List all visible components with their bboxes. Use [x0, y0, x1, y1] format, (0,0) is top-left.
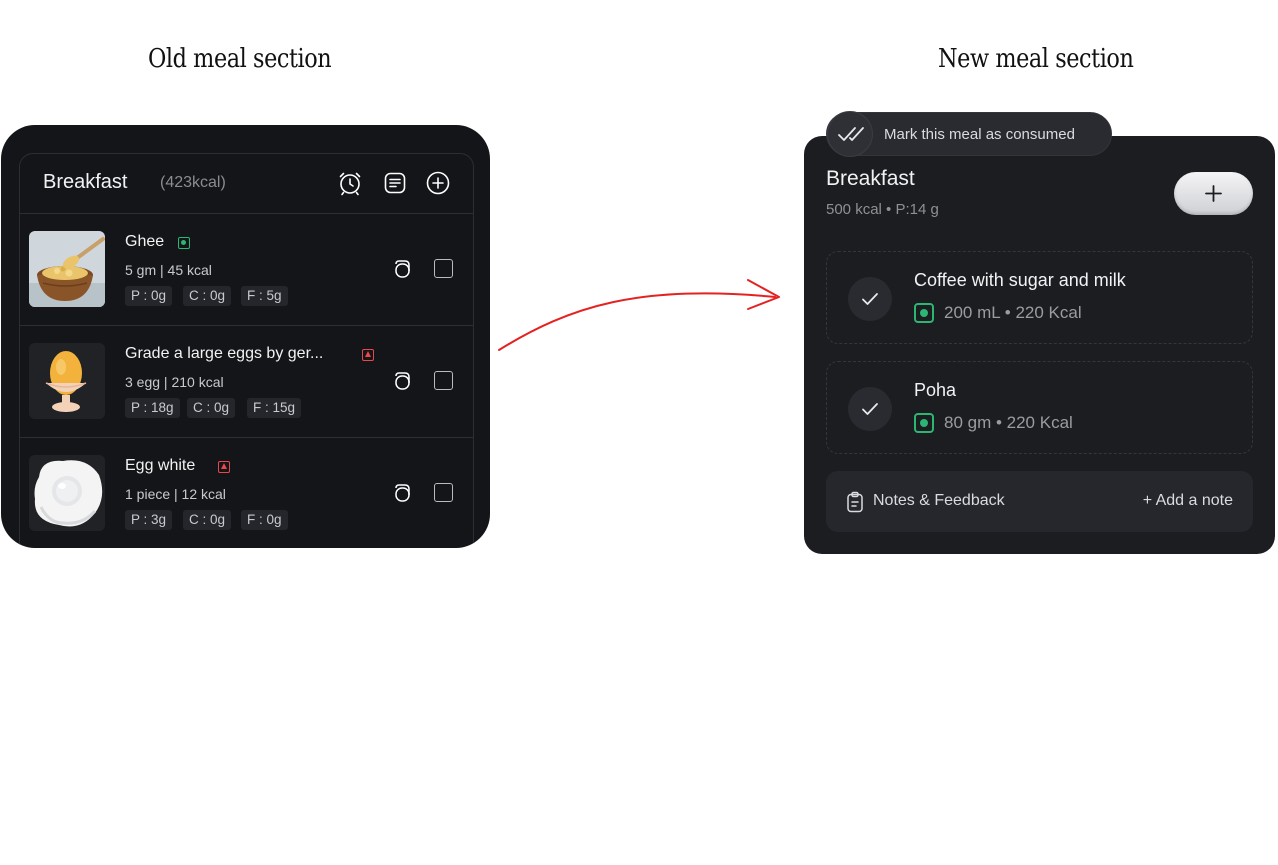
notes-feedback-bar[interactable]: Notes & Feedback + Add a note: [826, 471, 1253, 532]
meal-title: Breakfast: [43, 171, 128, 193]
notes-icon[interactable]: [382, 170, 408, 196]
non-veg-indicator-icon: [362, 349, 374, 361]
fried-egg-image: [29, 455, 105, 531]
food-name: Poha: [914, 380, 957, 400]
swap-icon[interactable]: [393, 483, 413, 503]
swap-icon[interactable]: [393, 371, 413, 391]
macro-carbs: C : 0g: [183, 286, 232, 306]
add-circle-icon[interactable]: [425, 170, 451, 196]
item-checkbox[interactable]: [434, 259, 453, 278]
double-check-icon: [827, 111, 873, 157]
meal-item-row[interactable]: Egg white 1 piece | 12 kcal P : 3g C : 0…: [20, 438, 473, 548]
meal-item-row[interactable]: Ghee 5 gm | 45 kcal P : 0g C : 0g F : 5g: [20, 214, 473, 326]
old-meal-panel: Breakfast (423kcal) Ghee 5 gm | 45 kcal …: [19, 153, 474, 548]
swap-icon[interactable]: [393, 259, 413, 279]
notes-label: Notes & Feedback: [873, 492, 1005, 509]
mark-meal-consumed-button[interactable]: Mark this meal as consumed: [826, 111, 1112, 157]
item-quantity-kcal: 1 piece | 12 kcal: [125, 486, 226, 502]
food-item-card[interactable]: Coffee with sugar and milk 200 mL • 220 …: [826, 251, 1253, 344]
mark-consumed-label: Mark this meal as consumed: [884, 126, 1075, 143]
meal-summary: 500 kcal • P:14 g: [826, 201, 939, 218]
item-name: Egg white: [125, 457, 196, 474]
egg-in-cup-image: [29, 343, 105, 419]
macro-fat: F : 15g: [247, 398, 302, 418]
macro-protein: P : 18g: [125, 398, 180, 418]
add-note-button[interactable]: + Add a note: [1143, 492, 1233, 510]
item-checkbox[interactable]: [434, 371, 453, 390]
meal-title: Breakfast: [826, 167, 915, 190]
food-name: Coffee with sugar and milk: [914, 270, 1126, 290]
old-meal-header: Breakfast (423kcal): [20, 154, 473, 214]
meal-kcal: (423kcal): [160, 174, 226, 191]
non-veg-indicator-icon: [218, 461, 230, 473]
plus-icon: [1205, 185, 1222, 202]
macro-fat: F : 5g: [241, 286, 288, 306]
new-meal-card: Breakfast 500 kcal • P:14 g Coffee with …: [804, 136, 1275, 554]
transition-arrow-icon: [498, 279, 780, 351]
item-quantity-kcal: 5 gm | 45 kcal: [125, 262, 212, 278]
macro-carbs: C : 0g: [187, 398, 236, 418]
clipboard-icon: [846, 491, 864, 513]
food-item-card[interactable]: Poha 80 gm • 220 Kcal: [826, 361, 1253, 454]
add-food-button[interactable]: [1174, 172, 1253, 215]
mark-consumed-button[interactable]: [848, 387, 892, 431]
item-name: Grade a large eggs by ger...: [125, 345, 324, 362]
meal-item-row[interactable]: Grade a large eggs by ger... 3 egg | 210…: [20, 326, 473, 438]
veg-indicator-icon: [914, 303, 934, 323]
item-checkbox[interactable]: [434, 483, 453, 502]
old-meal-card: Breakfast (423kcal) Ghee 5 gm | 45 kcal …: [1, 125, 490, 548]
checkmark-icon: [862, 293, 878, 305]
item-quantity-kcal: 3 egg | 210 kcal: [125, 374, 224, 390]
macro-carbs: C : 0g: [183, 510, 232, 530]
old-section-heading: Old meal section: [148, 44, 332, 74]
checkmark-icon: [862, 403, 878, 415]
mark-consumed-button[interactable]: [848, 277, 892, 321]
macro-protein: P : 0g: [125, 286, 173, 306]
food-quantity-kcal: 200 mL • 220 Kcal: [944, 303, 1082, 322]
new-section-heading: New meal section: [938, 44, 1134, 74]
macro-protein: P : 3g: [125, 510, 173, 530]
item-name: Ghee: [125, 233, 165, 250]
veg-indicator-icon: [178, 237, 190, 249]
ghee-bowl-image: [29, 231, 105, 307]
macro-fat: F : 0g: [241, 510, 288, 530]
alarm-clock-icon[interactable]: [337, 170, 363, 196]
veg-indicator-icon: [914, 413, 934, 433]
food-quantity-kcal: 80 gm • 220 Kcal: [944, 413, 1073, 432]
